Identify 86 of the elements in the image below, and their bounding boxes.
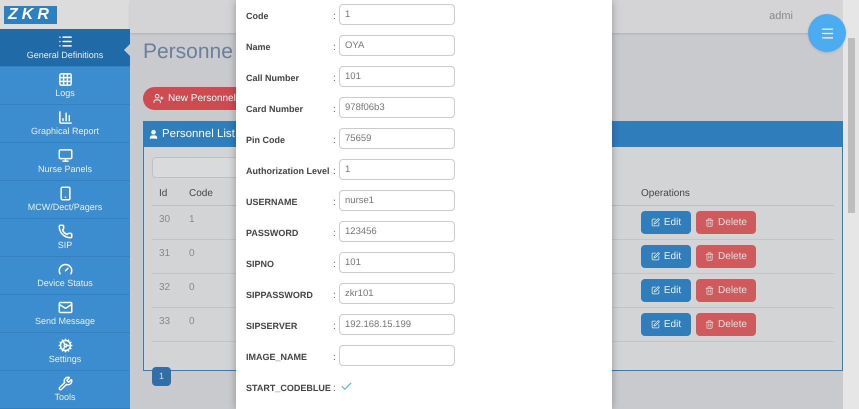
input-field[interactable]: nurse1: [339, 190, 455, 211]
grid-icon: [58, 72, 72, 87]
colon: :: [333, 352, 336, 362]
edit-icon: [650, 252, 660, 261]
bar-chart-icon: [58, 110, 72, 125]
trash-icon: [705, 320, 714, 329]
field-label: PASSWORD: [246, 228, 298, 238]
table-cell: 0: [189, 248, 195, 259]
field-label: USERNAME: [246, 196, 298, 206]
panel-title: Personnel List: [162, 126, 235, 142]
sidebar-item[interactable]: General Definitions: [0, 29, 130, 67]
page-title: Personne: [143, 39, 233, 65]
colon: :: [333, 166, 336, 176]
table-cell: 0: [189, 316, 195, 327]
field-label: Pin Code: [246, 134, 286, 144]
gauge-icon: [58, 262, 72, 277]
field-label: Call Number: [246, 72, 300, 82]
field-label: SIPNO: [246, 258, 274, 268]
colon: :: [333, 134, 336, 146]
colon: :: [333, 258, 336, 270]
menu-icon: [820, 26, 834, 40]
user-icon: [148, 129, 159, 140]
input-field[interactable]: 101: [339, 66, 455, 87]
colon: :: [333, 196, 336, 208]
input-field[interactable]: 101: [339, 252, 455, 273]
phone-icon: [58, 224, 72, 239]
active-pointer-icon: [124, 44, 130, 56]
input-field[interactable]: OYA: [339, 35, 455, 56]
field-label: Authorization Level: [246, 166, 330, 176]
field-label: IMAGE_NAME: [246, 352, 308, 362]
column-header: Operations: [641, 186, 690, 200]
gear-icon: [58, 338, 72, 353]
table-cell: 30: [159, 214, 170, 225]
edit-icon: [650, 218, 660, 227]
table-cell: 32: [159, 282, 170, 293]
envelope-icon: [58, 300, 72, 315]
table-cell: 31: [159, 248, 170, 259]
colon: :: [333, 320, 336, 332]
input-field[interactable]: 1: [339, 4, 455, 25]
edit-button[interactable]: Edit: [641, 211, 691, 234]
colon: :: [333, 42, 336, 52]
field-label: Name: [246, 42, 271, 52]
input-field[interactable]: 1: [339, 159, 455, 180]
monitor-icon: [58, 148, 72, 163]
page-button[interactable]: 1: [152, 367, 171, 386]
colon: :: [333, 72, 336, 84]
user-name[interactable]: admi: [769, 8, 793, 25]
field-label: SIPPASSWORD: [246, 290, 313, 300]
colon: :: [333, 10, 336, 22]
colon: :: [333, 382, 336, 394]
edit-icon: [650, 320, 660, 329]
trash-icon: [705, 252, 714, 261]
input-field[interactable]: 75659: [339, 128, 455, 149]
input-field[interactable]: 123456: [339, 221, 455, 242]
table-cell: 33: [159, 316, 170, 327]
delete-button[interactable]: Delete: [696, 245, 756, 268]
input-field[interactable]: [339, 345, 455, 366]
delete-button[interactable]: Delete: [696, 211, 756, 234]
field-label: Card Number: [246, 104, 304, 114]
trash-icon: [705, 218, 714, 227]
field-label: SIPSERVER: [246, 320, 298, 330]
colon: :: [333, 104, 336, 114]
edit-icon: [650, 286, 660, 295]
input-field[interactable]: 978f06b3: [339, 97, 455, 118]
delete-button[interactable]: Delete: [696, 313, 756, 336]
wrench-icon: [58, 376, 72, 391]
trash-icon: [705, 286, 714, 295]
add-user-icon: [153, 93, 164, 104]
list-icon: [58, 34, 72, 49]
edit-button[interactable]: Edit: [641, 245, 691, 268]
scrollbar[interactable]: [843, 0, 859, 409]
column-header: Id: [159, 188, 168, 198]
edit-button[interactable]: Edit: [641, 313, 691, 336]
input-field[interactable]: 192.168.15.199: [339, 314, 455, 335]
mobile-phone-icon: [58, 186, 72, 201]
table-cell: 0: [189, 282, 195, 293]
edit-button[interactable]: Edit: [641, 279, 691, 302]
logo: ZKR: [4, 6, 57, 24]
table-cell: 1: [189, 214, 195, 225]
field-label: START_CODEBLUE: [246, 382, 331, 392]
column-header: Code: [189, 188, 213, 198]
colon: :: [333, 228, 336, 238]
colon: :: [333, 290, 336, 300]
input-field[interactable]: zkr101: [339, 283, 455, 304]
delete-button[interactable]: Delete: [696, 279, 756, 302]
field-label: Code: [246, 10, 268, 20]
